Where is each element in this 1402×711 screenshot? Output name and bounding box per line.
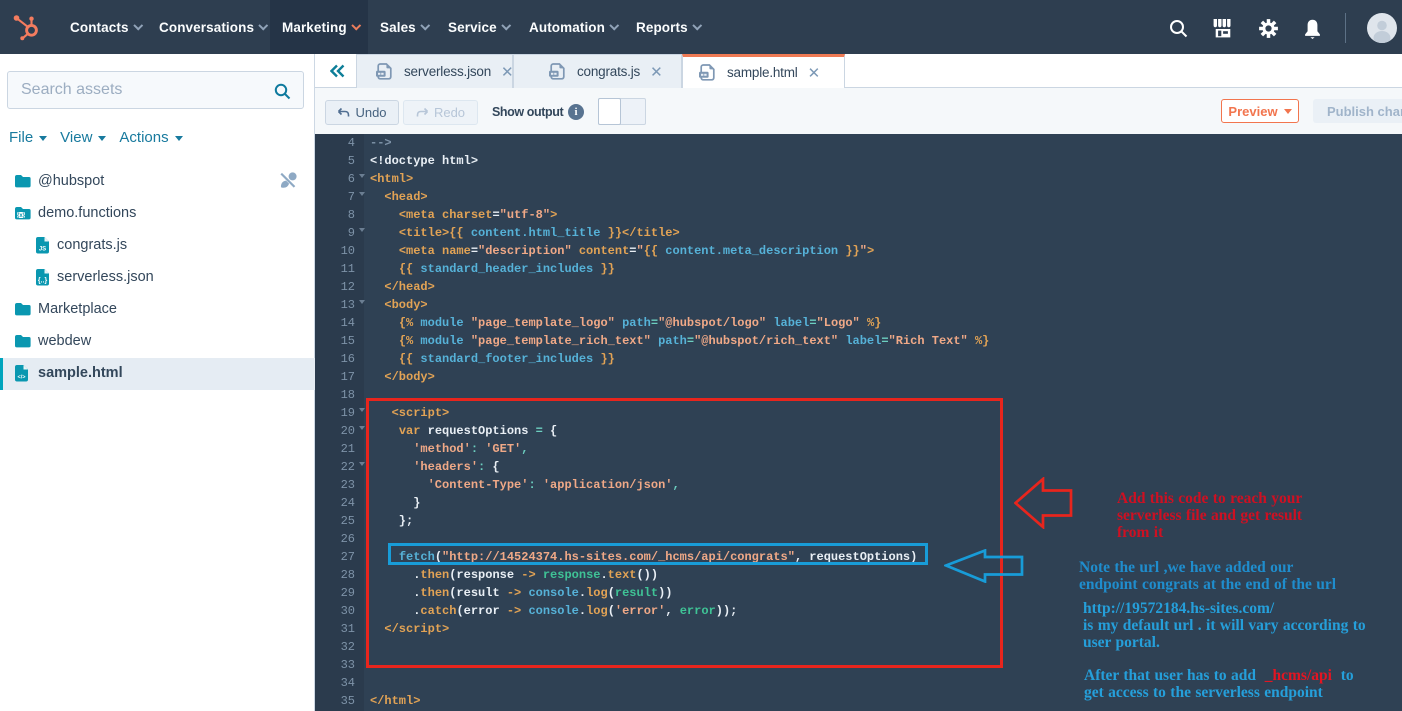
svg-text:{..}: {..} [38,278,48,285]
svg-text:{x}: {x} [17,213,26,219]
svg-text:</>: </> [18,375,26,381]
svg-text:JS: JS [39,247,46,253]
